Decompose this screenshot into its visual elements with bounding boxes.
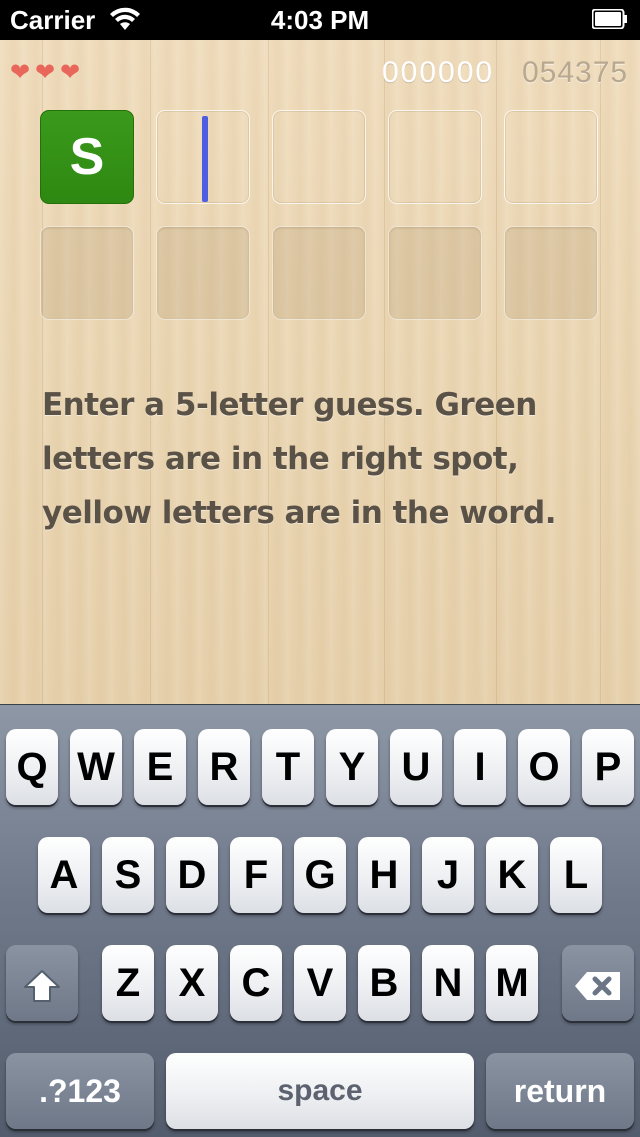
tile-letter: S [69,128,105,186]
key-t[interactable]: T [262,729,314,805]
return-key[interactable]: return [486,1053,634,1129]
heart-icon: ❤ [10,58,32,86]
guess-tile[interactable] [504,110,598,204]
instructions-text: Enter a 5-letter guess. Green letters ar… [42,387,556,531]
key-q[interactable]: Q [6,729,58,805]
space-key[interactable]: space [166,1053,474,1129]
key-k[interactable]: K [486,837,538,913]
battery-icon [592,9,627,29]
numbers-key[interactable]: .?123 [6,1053,154,1129]
guess-slot [40,226,134,320]
score-placeholder: 000000 [382,56,495,89]
key-a[interactable]: A [38,837,90,913]
clock: 4:03 PM [270,5,370,35]
guess-tile[interactable] [272,110,366,204]
heart-icon: ❤ [35,58,57,86]
key-u[interactable]: U [390,729,442,805]
guess-tile-active[interactable] [156,110,250,204]
lives-indicator: ❤ ❤ ❤ [10,58,85,86]
key-g[interactable]: G [294,837,346,913]
shift-key[interactable] [6,945,78,1021]
key-d[interactable]: D [166,837,218,913]
key-l[interactable]: L [550,837,602,913]
guess-slot [156,226,250,320]
key-j[interactable]: J [422,837,474,913]
guess-slot [272,226,366,320]
key-n[interactable]: N [422,945,474,1021]
keyboard: Q W E R T Y U I O P A S D F G H J K L Z … [0,704,640,1137]
key-m[interactable]: M [486,945,538,1021]
delete-icon [575,971,620,1000]
guess-slot [388,226,482,320]
key-w[interactable]: W [70,729,122,805]
key-s[interactable]: S [102,837,154,913]
shift-icon [24,969,60,1002]
key-y[interactable]: Y [326,729,378,805]
key-f[interactable]: F [230,837,282,913]
key-h[interactable]: H [358,837,410,913]
key-c[interactable]: C [230,945,282,1021]
guess-slot [504,226,598,320]
key-o[interactable]: O [518,729,570,805]
status-bar: Carrier 4:03 PM [0,0,640,40]
key-e[interactable]: E [134,729,186,805]
score: 054375 [522,56,629,89]
delete-key[interactable] [562,945,634,1021]
key-i[interactable]: I [454,729,506,805]
guess-tile-correct[interactable]: S [40,110,134,204]
key-x[interactable]: X [166,945,218,1021]
game-board: ❤ ❤ ❤ 000000 054375 S Enter a 5-letter gue… [0,40,640,704]
key-v[interactable]: V [294,945,346,1021]
key-p[interactable]: P [582,729,634,805]
key-b[interactable]: B [358,945,410,1021]
heart-icon: ❤ [60,58,82,86]
key-r[interactable]: R [198,729,250,805]
key-z[interactable]: Z [102,945,154,1021]
text-cursor [202,116,208,202]
guess-tile[interactable] [388,110,482,204]
